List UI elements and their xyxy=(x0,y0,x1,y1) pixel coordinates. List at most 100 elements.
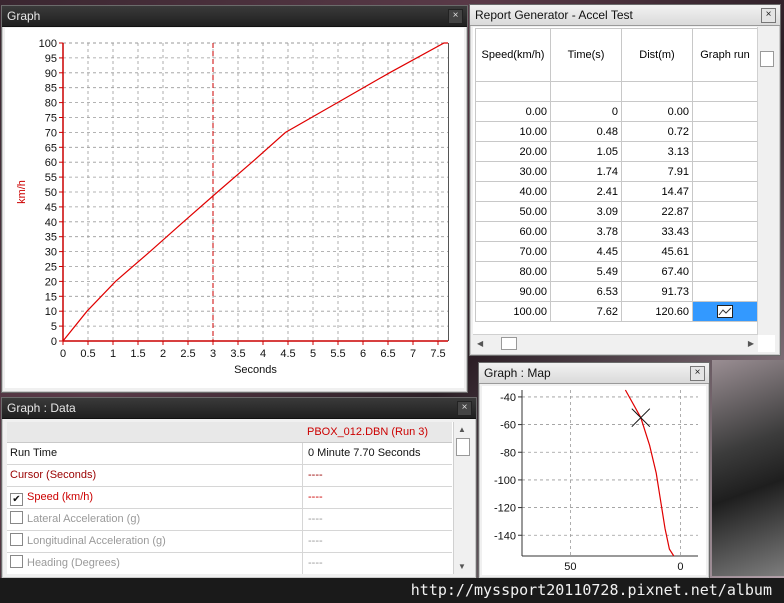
column-header-dist[interactable]: Dist(m) xyxy=(621,28,693,82)
column-header-graph-run[interactable]: Graph run xyxy=(692,28,758,82)
table-row[interactable]: 80.00 5.49 67.40 xyxy=(475,261,758,282)
close-icon[interactable]: × xyxy=(457,401,472,416)
table-cell[interactable]: 67.40 xyxy=(621,261,693,282)
table-cell[interactable]: 1.05 xyxy=(550,141,622,162)
graph-run-cell[interactable] xyxy=(692,301,758,322)
graph-run-cell[interactable] xyxy=(692,201,758,222)
graph-run-cell[interactable] xyxy=(692,241,758,262)
table-cell[interactable]: 1.74 xyxy=(550,161,622,182)
checkbox[interactable] xyxy=(10,533,23,546)
graph-run-cell[interactable] xyxy=(692,101,758,122)
map-chart[interactable]: -40 -60 -80 -100 -120 -140 50 0 xyxy=(482,386,706,575)
report-vertical-scrollbar[interactable] xyxy=(757,27,775,335)
data-row[interactable]: Cursor (Seconds) ---- xyxy=(7,465,452,487)
table-cell[interactable]: 3.78 xyxy=(550,221,622,242)
graph-run-cell[interactable] xyxy=(692,141,758,162)
table-cell[interactable] xyxy=(621,81,693,102)
table-cell[interactable]: 7.91 xyxy=(621,161,693,182)
scroll-up-icon[interactable]: ▲ xyxy=(458,425,466,434)
table-cell[interactable]: 0.48 xyxy=(550,121,622,142)
close-icon[interactable]: × xyxy=(690,366,705,381)
scroll-thumb[interactable] xyxy=(456,438,470,456)
graph-run-cell[interactable] xyxy=(692,221,758,242)
checkbox[interactable] xyxy=(10,555,23,568)
table-cell[interactable] xyxy=(475,81,551,102)
y-tick-label: 75 xyxy=(45,113,57,125)
data-row[interactable]: Longitudinal Acceleration (g) ---- xyxy=(7,531,452,553)
scroll-left-icon[interactable]: ◀ xyxy=(477,339,483,348)
table-cell[interactable]: 4.45 xyxy=(550,241,622,262)
table-cell[interactable]: 2.41 xyxy=(550,181,622,202)
table-cell[interactable]: 80.00 xyxy=(475,261,551,282)
table-row[interactable]: 10.00 0.48 0.72 xyxy=(475,121,758,142)
scroll-down-icon[interactable]: ▼ xyxy=(458,562,466,571)
report-window-titlebar[interactable]: Report Generator - Accel Test × xyxy=(470,5,780,26)
table-cell[interactable]: 6.53 xyxy=(550,281,622,302)
table-cell[interactable]: 0.00 xyxy=(475,101,551,122)
graph-run-cell[interactable] xyxy=(692,261,758,282)
table-row[interactable]: 40.00 2.41 14.47 xyxy=(475,181,758,202)
table-row[interactable]: 70.00 4.45 45.61 xyxy=(475,241,758,262)
table-cell[interactable]: 7.62 xyxy=(550,301,622,322)
column-header-time[interactable]: Time(s) xyxy=(550,28,622,82)
table-cell[interactable]: 90.00 xyxy=(475,281,551,302)
table-cell[interactable]: 5.49 xyxy=(550,261,622,282)
table-cell[interactable]: 50.00 xyxy=(475,201,551,222)
table-row[interactable]: 0.00 0 0.00 xyxy=(475,101,758,122)
speed-time-chart[interactable]: 0 0.5 1 1.5 2 2.5 3 3.5 4 4.5 5 5.5 6 6.5 7 7.5 0 5 10 15 20… xyxy=(5,28,464,388)
table-cell[interactable]: 45.61 xyxy=(621,241,693,262)
graph-window-titlebar[interactable]: Graph × xyxy=(2,6,467,27)
data-row[interactable]: Heading (Degrees) ---- xyxy=(7,553,452,574)
table-cell[interactable]: 30.00 xyxy=(475,161,551,182)
table-row[interactable]: 30.00 1.74 7.91 xyxy=(475,161,758,182)
data-row[interactable]: ✔ Speed (km/h) ---- xyxy=(7,487,452,509)
data-vertical-scrollbar[interactable]: ▲ ▼ xyxy=(453,422,471,574)
table-cell[interactable]: 22.87 xyxy=(621,201,693,222)
data-row[interactable]: Lateral Acceleration (g) ---- xyxy=(7,509,452,531)
checkbox[interactable]: ✔ xyxy=(10,493,23,506)
table-cell[interactable]: 40.00 xyxy=(475,181,551,202)
table-row[interactable]: 20.00 1.05 3.13 xyxy=(475,141,758,162)
data-row[interactable]: Run Time 0 Minute 7.70 Seconds xyxy=(7,443,452,465)
scroll-thumb[interactable] xyxy=(501,337,517,350)
graph-run-cell[interactable] xyxy=(692,181,758,202)
table-row[interactable]: 50.00 3.09 22.87 xyxy=(475,201,758,222)
scroll-right-icon[interactable]: ▶ xyxy=(748,339,754,348)
graph-run-cell[interactable] xyxy=(692,121,758,142)
table-row[interactable]: 100.00 7.62 120.60 xyxy=(475,301,758,322)
map-window-titlebar[interactable]: Graph : Map × xyxy=(479,363,709,384)
close-icon[interactable]: × xyxy=(761,8,776,23)
table-cell[interactable]: 0.72 xyxy=(621,121,693,142)
table-row[interactable]: 90.00 6.53 91.73 xyxy=(475,281,758,302)
table-cell[interactable]: 10.00 xyxy=(475,121,551,142)
table-row[interactable] xyxy=(475,81,758,102)
table-cell[interactable]: 91.73 xyxy=(621,281,693,302)
table-cell[interactable]: 0.00 xyxy=(621,101,693,122)
table-cell[interactable]: 60.00 xyxy=(475,221,551,242)
table-cell[interactable]: 33.43 xyxy=(621,221,693,242)
graph-run-cell[interactable] xyxy=(692,161,758,182)
report-horizontal-scrollbar[interactable]: ◀ ▶ xyxy=(473,334,758,352)
column-header-speed[interactable]: Speed(km/h) xyxy=(475,28,551,82)
table-cell[interactable]: 20.00 xyxy=(475,141,551,162)
table-cell[interactable] xyxy=(692,81,758,102)
graph-icon[interactable] xyxy=(717,305,733,318)
y-tick-label: 5 xyxy=(51,321,57,333)
table-cell[interactable]: 3.13 xyxy=(621,141,693,162)
data-row-label: Cursor (Seconds) xyxy=(10,469,97,481)
data-window-titlebar[interactable]: Graph : Data × xyxy=(2,398,476,419)
table-cell[interactable]: 14.47 xyxy=(621,181,693,202)
scroll-thumb[interactable] xyxy=(760,51,774,67)
table-cell[interactable]: 70.00 xyxy=(475,241,551,262)
table-cell[interactable] xyxy=(550,81,622,102)
table-cell[interactable]: 120.60 xyxy=(621,301,693,322)
x-tick-label: 0.5 xyxy=(80,348,95,360)
close-icon[interactable]: × xyxy=(448,9,463,24)
graph-run-cell[interactable] xyxy=(692,281,758,302)
table-cell[interactable]: 3.09 xyxy=(550,201,622,222)
table-cell[interactable]: 100.00 xyxy=(475,301,551,322)
plot-border-right xyxy=(448,43,449,341)
checkbox[interactable] xyxy=(10,511,23,524)
table-row[interactable]: 60.00 3.78 33.43 xyxy=(475,221,758,242)
table-cell[interactable]: 0 xyxy=(550,101,622,122)
